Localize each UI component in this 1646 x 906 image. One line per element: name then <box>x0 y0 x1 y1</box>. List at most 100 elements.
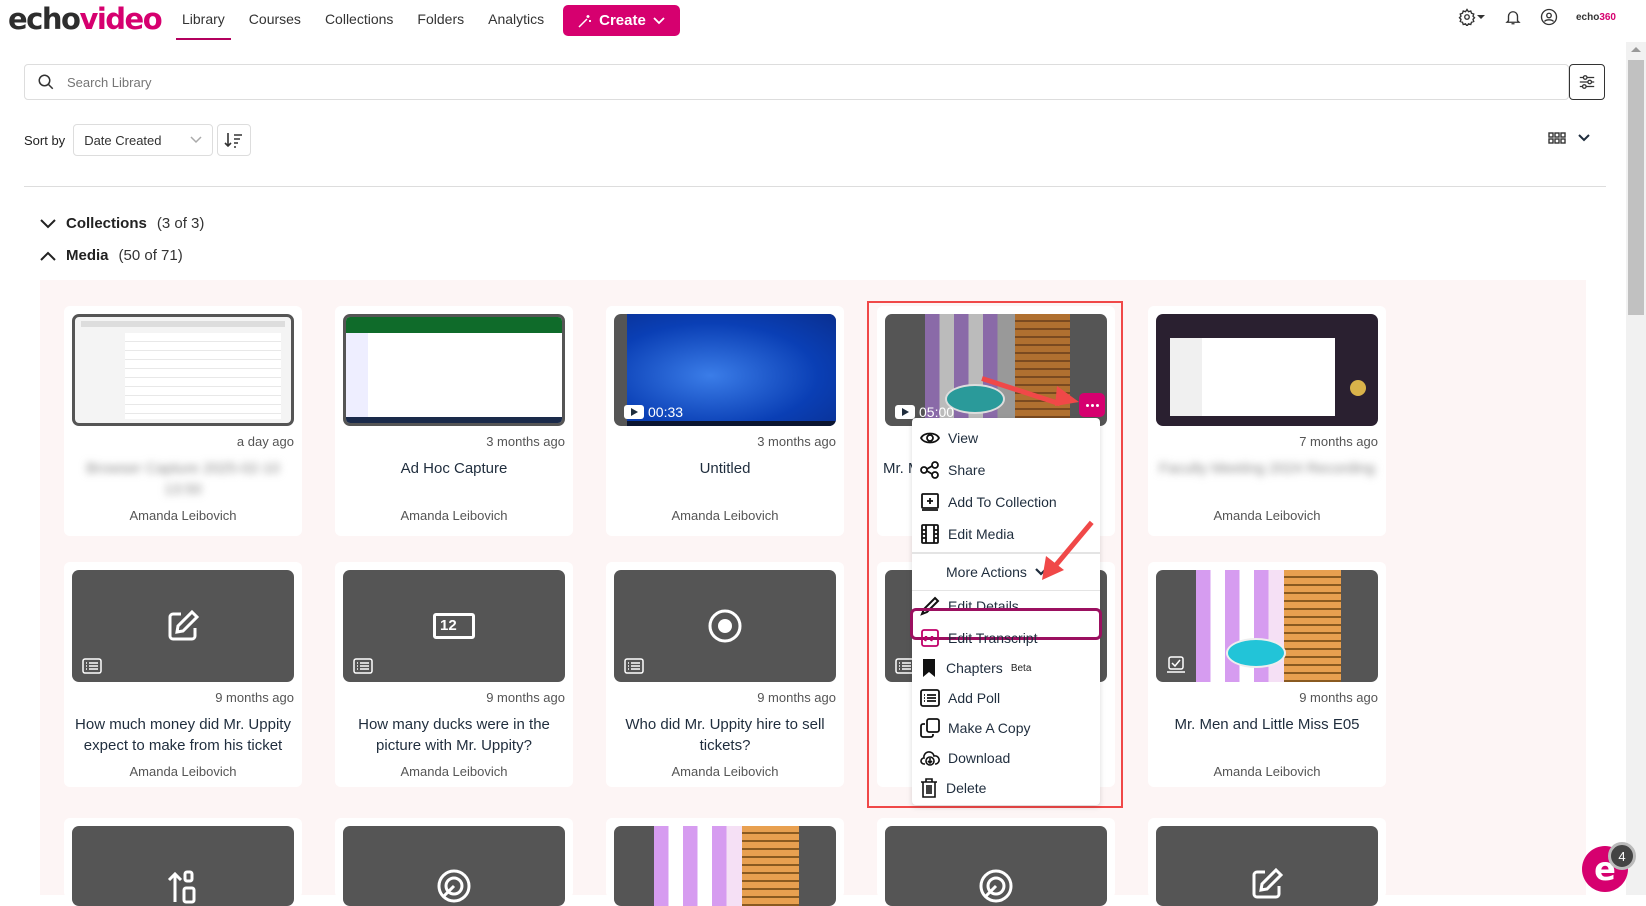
chevron-down-icon <box>190 136 202 144</box>
thumbnail <box>614 826 836 906</box>
menu-item-chapters[interactable]: Chapters Beta <box>920 654 1031 682</box>
card-owner: Amanda Leibovich <box>1213 764 1321 779</box>
media-label: Media <box>66 247 109 264</box>
media-section-toggle[interactable]: Media (50 of 71) <box>40 247 183 264</box>
card-date: 9 months ago <box>486 690 565 705</box>
card-title[interactable]: How many ducks were in the picture with … <box>341 714 567 756</box>
collections-section-toggle[interactable]: Collections (3 of 3) <box>40 215 204 232</box>
media-card[interactable]: 9 months ago Mr. Men and Little Miss E05… <box>1148 562 1386 787</box>
nav-library[interactable]: Library <box>170 0 237 40</box>
nav-collections[interactable]: Collections <box>313 0 405 40</box>
menu-item-delete[interactable]: Delete <box>920 774 986 802</box>
card-title[interactable]: Faculty Meeting 2024 Recording <box>1154 458 1380 479</box>
sort-direction-button[interactable] <box>217 124 252 156</box>
trash-icon <box>921 778 937 798</box>
list-icon <box>353 658 373 674</box>
menu-item-edit-transcript[interactable]: Edit Transcript <box>920 624 1037 652</box>
edit-icon <box>168 609 200 641</box>
chevron-down-icon <box>653 16 665 24</box>
card-date: 9 months ago <box>757 690 836 705</box>
card-owner: Amanda Leibovich <box>129 764 237 779</box>
card-date: 9 months ago <box>215 690 294 705</box>
media-card[interactable] <box>877 818 1115 906</box>
menu-divider <box>912 590 1100 591</box>
menu-item-add-to-collection[interactable]: Add To Collection <box>920 488 1057 516</box>
card-owner: Amanda Leibovich <box>129 508 237 523</box>
duration-label: 00:33 <box>624 404 683 420</box>
settings-menu[interactable] <box>1458 8 1486 26</box>
eye-icon <box>920 432 940 444</box>
scroll-up-arrow[interactable] <box>1631 47 1641 52</box>
page-scrollbar[interactable] <box>1626 42 1646 895</box>
card-owner: Amanda Leibovich <box>671 508 779 523</box>
sort-descending-icon <box>224 133 243 148</box>
media-card[interactable]: 3 months ago Ad Hoc Capture Amanda Leibo… <box>335 306 573 536</box>
top-right-controls: echo360 <box>1458 8 1616 26</box>
gear-icon <box>1458 8 1476 26</box>
media-card[interactable] <box>64 818 302 906</box>
menu-divider <box>912 552 1100 554</box>
search-icon <box>38 74 54 90</box>
card-title[interactable]: Ad Hoc Capture <box>341 458 567 479</box>
menu-item-edit-media[interactable]: Edit Media <box>920 520 1014 548</box>
main-nav: Library Courses Collections Folders Anal… <box>170 0 556 40</box>
user-circle-icon <box>1540 8 1558 26</box>
cloud-download-icon <box>920 751 940 766</box>
sort-order-icon <box>167 870 196 904</box>
menu-item-share[interactable]: Share <box>920 456 985 484</box>
menu-item-view[interactable]: View <box>920 424 978 452</box>
echovideo-logo[interactable]: echovideo <box>8 2 163 36</box>
share-icon <box>920 461 939 479</box>
chevron-up-icon <box>40 251 56 261</box>
card-title[interactable]: Who did Mr. Uppity hire to sell tickets? <box>612 714 838 756</box>
card-title[interactable]: Untitled <box>612 458 838 479</box>
radio-button-icon <box>708 609 742 643</box>
view-toggle[interactable] <box>1548 132 1590 144</box>
scroll-thumb[interactable] <box>1628 60 1644 315</box>
search-row <box>24 64 1606 100</box>
sort-select[interactable]: Date Created <box>73 124 214 156</box>
nav-folders[interactable]: Folders <box>405 0 476 40</box>
thumbnail <box>1156 570 1378 682</box>
card-title[interactable]: Mr. Men and Little Miss E05 <box>1154 714 1380 735</box>
top-bar: echovideo Library Courses Collections Fo… <box>0 0 1626 42</box>
search-box <box>24 64 1569 100</box>
filter-button[interactable] <box>1569 64 1605 100</box>
media-card[interactable] <box>606 818 844 906</box>
media-card[interactable]: 7 months ago Faculty Meeting 2024 Record… <box>1148 306 1386 536</box>
menu-item-make-a-copy[interactable]: Make A Copy <box>920 714 1031 742</box>
user-account-button[interactable] <box>1540 8 1558 26</box>
media-card[interactable]: a day ago Browser Capture 2025-02-10 13:… <box>64 306 302 536</box>
notifications-button[interactable] <box>1504 8 1522 26</box>
target-click-icon <box>979 869 1013 903</box>
media-card[interactable]: 00:33 3 months ago Untitled Amanda Leibo… <box>606 306 844 536</box>
more-actions-toggle[interactable]: More Actions <box>946 564 1047 580</box>
card-title[interactable]: How much money did Mr. Uppity expect to … <box>70 714 296 756</box>
card-title[interactable]: Browser Capture 2025-02-10 13:50 <box>70 458 296 500</box>
card-date: 3 months ago <box>757 434 836 449</box>
nav-analytics[interactable]: Analytics <box>476 0 556 40</box>
create-label: Create <box>599 12 646 29</box>
annotation-arrowhead <box>1055 386 1079 406</box>
media-card[interactable] <box>335 818 573 906</box>
create-button[interactable]: Create <box>563 5 680 36</box>
collections-label: Collections <box>66 215 147 232</box>
card-date: a day ago <box>236 434 294 449</box>
nav-courses[interactable]: Courses <box>237 0 313 40</box>
thumbnail <box>72 570 294 682</box>
media-card[interactable] <box>1148 818 1386 906</box>
card-owner: Amanda Leibovich <box>671 764 779 779</box>
menu-item-add-poll[interactable]: Add Poll <box>920 684 1000 712</box>
sort-selected-value: Date Created <box>84 132 162 148</box>
media-card[interactable]: 9 months ago How much money did Mr. Uppi… <box>64 562 302 787</box>
card-owner: Amanda Leibovich <box>400 508 508 523</box>
media-card[interactable]: 9 months ago Who did Mr. Uppity hire to … <box>606 562 844 787</box>
more-options-button[interactable] <box>1079 393 1105 417</box>
chevron-down-icon <box>40 218 56 228</box>
search-input[interactable] <box>67 74 1445 90</box>
play-icon <box>624 405 644 419</box>
media-card[interactable]: 12 9 months ago How many ducks were in t… <box>335 562 573 787</box>
card-date: 7 months ago <box>1299 434 1378 449</box>
card-date: 9 months ago <box>1299 690 1378 705</box>
menu-item-download[interactable]: Download <box>920 744 1010 772</box>
